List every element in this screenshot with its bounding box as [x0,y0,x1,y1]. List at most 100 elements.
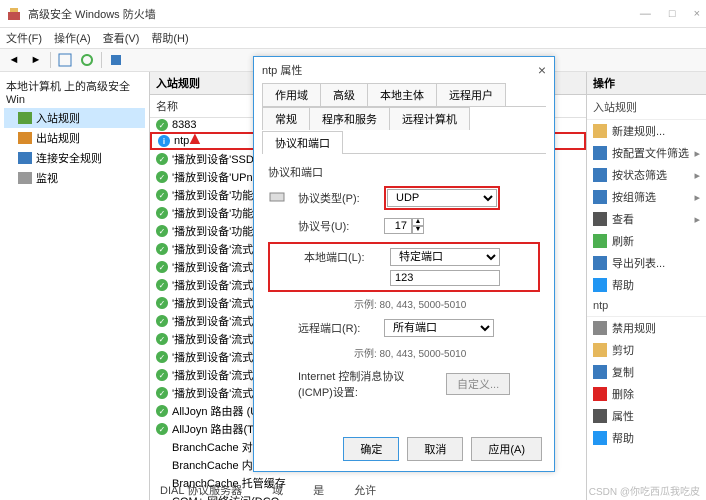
action-icon [593,190,607,204]
action-item[interactable]: 新建规则... [587,120,706,142]
tree-outbound-rules[interactable]: 出站规则 [4,128,145,148]
check-icon: ✓ [156,315,168,327]
tree-inbound-rules[interactable]: 入站规则 [4,108,145,128]
monitor-icon [18,172,32,184]
check-icon: ✓ [156,153,168,165]
action-icon [593,124,607,138]
toolbar-help-icon[interactable] [106,50,126,70]
action-item[interactable]: 复制 [587,361,706,383]
tab-programs[interactable]: 程序和服务 [309,107,390,130]
spin-down[interactable]: ▼ [412,226,424,234]
tab-local-principal[interactable]: 本地主体 [367,83,437,106]
tree-connection-rules[interactable]: 连接安全规则 [4,148,145,168]
action-item[interactable]: 按状态筛选 ▸ [587,164,706,186]
tab-remote-computer[interactable]: 远程计算机 [389,107,470,130]
action-icon [593,431,607,445]
check-icon: ✓ [156,333,168,345]
connection-icon [18,152,32,164]
menu-action[interactable]: 操作(A) [54,30,91,46]
action-item[interactable]: 删除 [587,383,706,405]
action-item[interactable]: 刷新 [587,230,706,252]
action-item[interactable]: 按配置文件筛选 ▸ [587,142,706,164]
close-button[interactable]: × [694,8,700,20]
check-icon: ✓ [156,297,168,309]
dialog-close-button[interactable]: × [538,62,546,78]
local-port-example: 示例: 80, 443, 5000-5010 [354,296,540,311]
local-port-label: 本地端口(L): [304,249,382,265]
local-port-input[interactable] [390,270,500,286]
menu-file[interactable]: 文件(F) [6,30,42,46]
ok-button[interactable]: 确定 [343,437,399,461]
action-icon [593,387,607,401]
action-icon [593,234,607,248]
tree-root[interactable]: 本地计算机 上的高级安全 Win [4,76,145,108]
action-item[interactable]: 禁用规则 [587,317,706,339]
check-icon: ✓ [156,207,168,219]
check-icon: ✓ [156,423,168,435]
section-protocols: 协议和端口 [268,164,540,180]
action-item[interactable]: 属性 [587,405,706,427]
window-title: 高级安全 Windows 防火墙 [28,6,640,22]
menu-view[interactable]: 查看(V) [103,30,140,46]
action-item[interactable]: 导出列表... [587,252,706,274]
protocol-num-label: 协议号(U): [298,218,376,234]
check-icon: ✓ [156,369,168,381]
local-port-mode-select[interactable]: 特定端口 [390,248,500,266]
protocol-type-select[interactable]: UDP [387,189,497,207]
action-item[interactable]: 帮助 [587,427,706,449]
app-icon [6,6,22,22]
action-item[interactable]: 按组筛选 ▸ [587,186,706,208]
check-icon: ✓ [156,225,168,237]
action-icon [593,256,607,270]
annotation-arrow-icon: ▲ [186,128,204,149]
tab-general[interactable]: 常规 [262,107,310,130]
toolbar-props-icon[interactable] [55,50,75,70]
tab-protocols-ports[interactable]: 协议和端口 [262,131,343,154]
action-icon [593,278,607,292]
outbound-icon [18,132,32,144]
protocol-icon [268,189,290,208]
toolbar-back-icon[interactable]: ◄ [4,50,24,70]
action-item[interactable]: 查看 ▸ [587,208,706,230]
icmp-label: Internet 控制消息协议(ICMP)设置: [298,368,438,400]
icmp-custom-button[interactable]: 自定义... [446,373,510,395]
action-item[interactable]: 剪切 [587,339,706,361]
toolbar-forward-icon[interactable]: ► [26,50,46,70]
apply-button[interactable]: 应用(A) [471,437,542,461]
dialog-title: ntp 属性 [262,62,302,78]
bottom-row: DIAL 协议服务器域是允许 [160,482,576,498]
check-icon: ✓ [156,387,168,399]
cancel-button[interactable]: 取消 [407,437,463,461]
action-icon [593,321,607,335]
check-icon: ✓ [156,279,168,291]
check-icon: ✓ [156,171,168,183]
check-icon: ✓ [156,243,168,255]
properties-dialog: ntp 属性 × 作用域 高级 本地主体 远程用户 常规 程序和服务 远程计算机… [253,56,555,472]
menu-help[interactable]: 帮助(H) [151,30,188,46]
tree-panel: 本地计算机 上的高级安全 Win 入站规则 出站规则 连接安全规则 监视 [0,72,150,500]
toolbar-refresh-icon[interactable] [77,50,97,70]
spin-up[interactable]: ▲ [412,218,424,226]
tree-monitor[interactable]: 监视 [4,168,145,188]
tab-remote-user[interactable]: 远程用户 [436,83,506,106]
watermark: CSDN @你吃西瓜我吃皮 [589,483,700,498]
info-icon: i [158,135,170,147]
action-icon [593,343,607,357]
check-icon: ✓ [156,351,168,363]
check-icon: ✓ [156,261,168,273]
minimize-button[interactable]: — [640,8,651,20]
remote-port-mode-select[interactable]: 所有端口 [384,319,494,337]
remote-port-label: 远程端口(R): [298,320,376,336]
actions-group-inbound: 入站规则 [587,95,706,120]
action-item[interactable]: 帮助 [587,274,706,296]
inbound-icon [18,112,32,124]
protocol-type-label: 协议类型(P): [298,190,376,206]
check-icon: ✓ [156,119,168,131]
tab-advanced[interactable]: 高级 [320,83,368,106]
check-icon: ✓ [156,405,168,417]
tab-scope[interactable]: 作用域 [262,83,321,106]
action-icon [593,365,607,379]
action-icon [593,168,607,182]
maximize-button[interactable]: □ [669,8,676,20]
protocol-num-input[interactable] [384,218,412,234]
